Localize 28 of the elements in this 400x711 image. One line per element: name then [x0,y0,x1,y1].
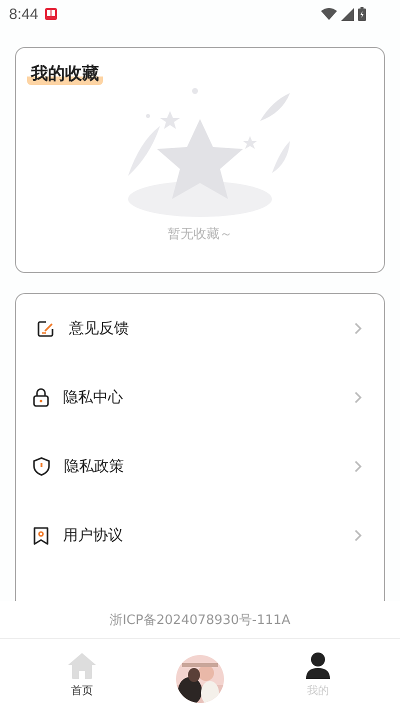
menu-item[interactable]: 用户协议 [16,501,384,570]
app-notification-icon [44,7,58,21]
menu-label: 用户协议 [63,526,123,545]
menu-label: 隐私政策 [64,457,124,476]
menu-item[interactable]: 意见反馈 [16,294,384,363]
lock-icon [33,388,49,407]
empty-message: 暂无收藏～ [168,226,232,243]
section-title: 我的收藏 [27,62,103,85]
signal-icon [341,8,354,20]
menu-item[interactable]: 隐私中心 [16,363,384,432]
menu-label: 隐私中心 [63,388,123,407]
menu-label: 意见反馈 [69,319,129,338]
tab-label: 首页 [71,683,93,698]
clock-time: 8:44 [9,6,38,22]
person-icon [306,652,330,680]
nav-tab[interactable]: 首页 [52,652,112,698]
edit-icon [37,320,55,338]
chevron-right-icon [354,529,362,542]
chevron-right-icon [354,322,362,335]
wifi-icon [321,8,337,20]
menu-item[interactable]: 隐私政策 [16,432,384,501]
shield-icon [33,457,50,476]
home-icon [67,652,97,680]
battery-icon [358,7,366,21]
chevron-right-icon [354,460,362,473]
icp-number: 浙ICP备2024078930号-111A [110,612,290,628]
bookmark-icon [33,526,49,544]
chevron-right-icon [354,391,362,404]
